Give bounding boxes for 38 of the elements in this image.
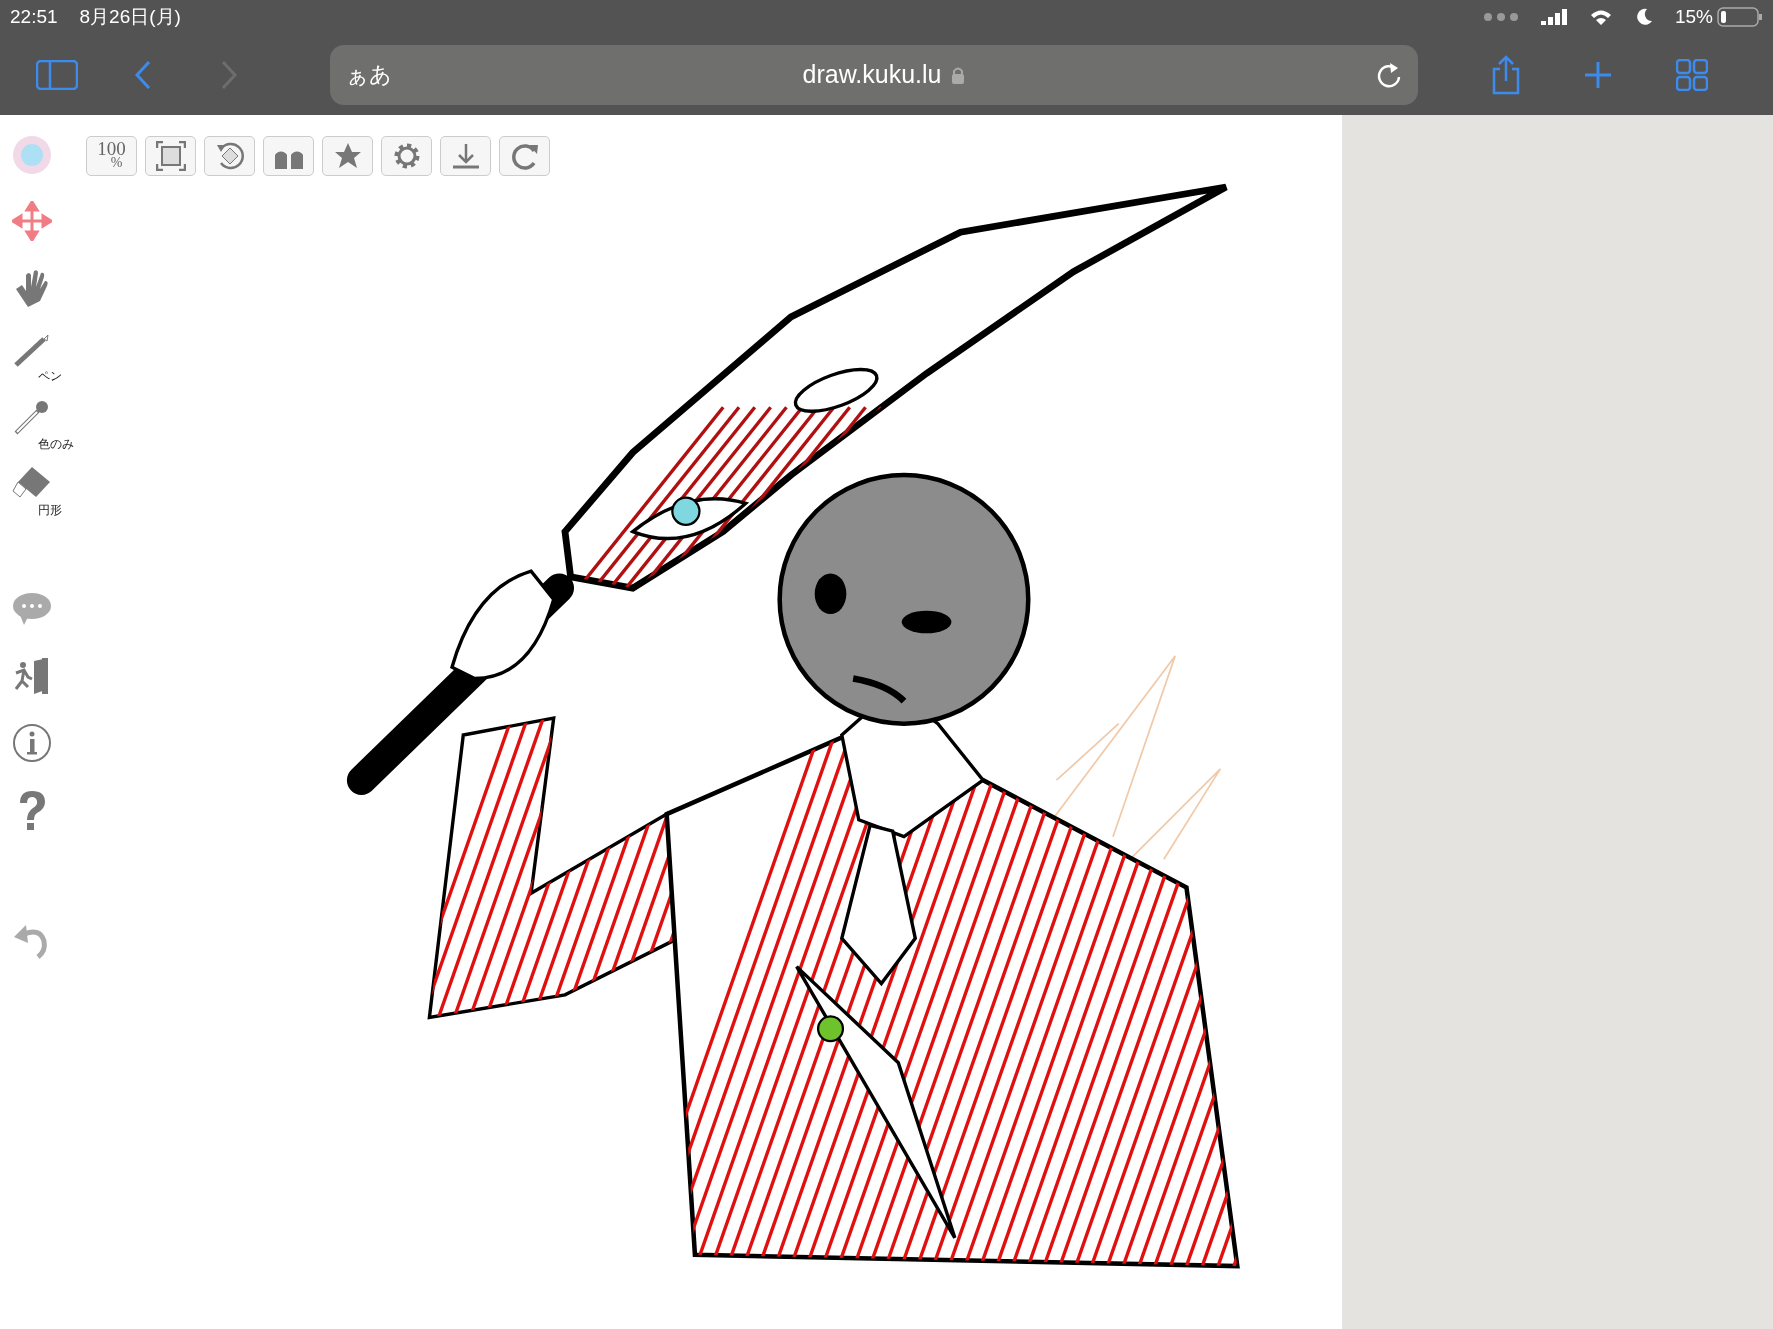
- moon-icon: [1634, 8, 1653, 26]
- text-size-button[interactable]: ぁあ: [346, 59, 392, 90]
- info-icon[interactable]: [12, 723, 52, 763]
- tool-label: ペン: [38, 368, 62, 385]
- redo-button[interactable]: [499, 136, 550, 176]
- zoom-100-button[interactable]: 100 %: [86, 136, 137, 176]
- more-dots-icon: [1482, 12, 1519, 22]
- tool-label: 円形: [38, 502, 62, 519]
- pencil-icon[interactable]: [12, 333, 52, 369]
- signal-icon: [1540, 9, 1567, 25]
- move-arrows-icon[interactable]: [12, 201, 52, 241]
- back-chevron-icon[interactable]: [134, 59, 152, 90]
- favorite-button[interactable]: [322, 136, 373, 176]
- lock-icon: [951, 65, 966, 84]
- download-button[interactable]: [440, 136, 491, 176]
- status-date: 8月26日(月): [79, 5, 181, 29]
- reload-icon[interactable]: [1376, 60, 1402, 89]
- tool-label: 色のみ: [38, 436, 74, 453]
- color-wheel-icon[interactable]: [12, 135, 52, 175]
- address-bar[interactable]: ぁあ draw.kuku.lu: [330, 44, 1418, 105]
- url-text: draw.kuku.lu: [802, 60, 942, 89]
- fit-frame-icon: [155, 141, 186, 171]
- chat-bubble-icon[interactable]: [12, 591, 52, 627]
- battery-percent: 15%: [1674, 6, 1713, 28]
- settings-button[interactable]: [381, 136, 432, 176]
- status-time: 22:51: [10, 6, 58, 28]
- sidebar-icon[interactable]: [36, 59, 78, 90]
- rotate-button[interactable]: [204, 136, 255, 176]
- share-icon[interactable]: [1490, 54, 1522, 95]
- star-icon: [333, 142, 362, 170]
- download-icon: [450, 142, 481, 170]
- plus-icon[interactable]: [1584, 60, 1612, 89]
- redo-arrow-icon: [509, 141, 540, 171]
- fit-screen-button[interactable]: [145, 136, 196, 176]
- rotate-diamond-icon: [214, 141, 245, 171]
- tab-grid-icon[interactable]: [1676, 58, 1708, 91]
- battery-icon: [1717, 7, 1763, 27]
- users-button[interactable]: [263, 136, 314, 176]
